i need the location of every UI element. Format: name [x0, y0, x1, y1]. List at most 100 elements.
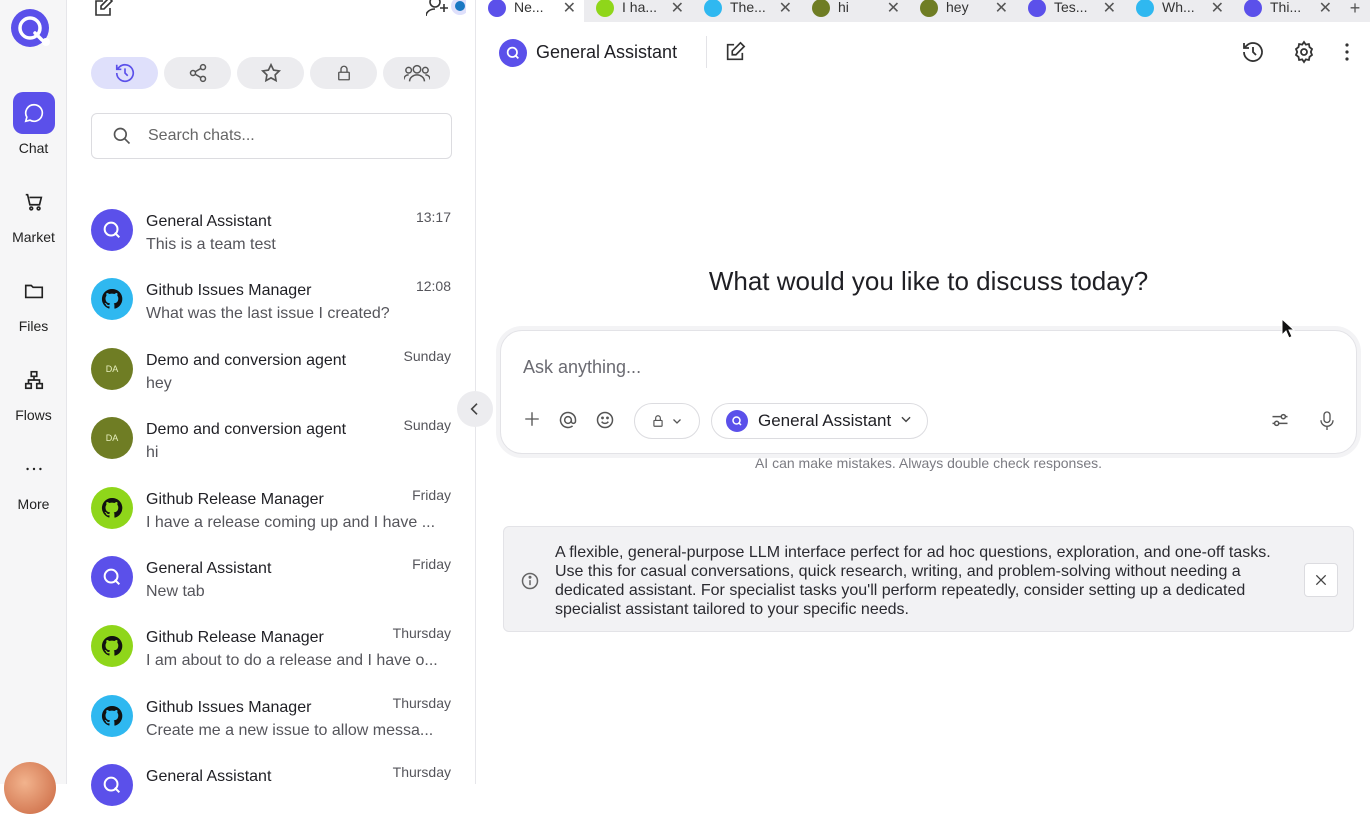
- github-avatar-icon: [91, 486, 133, 529]
- tab-label: Tes...: [1054, 0, 1088, 15]
- rail-item-more[interactable]: More: [0, 448, 67, 512]
- chat-preview: hi: [146, 444, 159, 462]
- filter-team[interactable]: [383, 57, 450, 89]
- general-assistant-avatar-icon: [1244, 0, 1262, 17]
- chat-list-item[interactable]: DA Demo and conversion agent hey Sunday: [67, 336, 475, 405]
- privacy-dropdown[interactable]: [634, 403, 700, 439]
- chat-time: Thursday: [392, 625, 451, 642]
- chat-list-item[interactable]: DA Demo and conversion agent hi Sunday: [67, 405, 475, 474]
- tab-chat[interactable]: I ha... ✕: [584, 0, 692, 22]
- chat-title: Demo and conversion agent: [146, 421, 347, 439]
- agent-selector[interactable]: General Assistant: [711, 403, 928, 439]
- general-assistant-avatar-icon: [488, 0, 506, 17]
- tab-label: I ha...: [622, 0, 658, 15]
- chat-title: General Assistant: [146, 768, 272, 786]
- chat-preview: New tab: [146, 582, 205, 600]
- collapse-sidebar-button[interactable]: [457, 391, 493, 427]
- tab-chat[interactable]: Tes... ✕: [1016, 0, 1124, 22]
- rail-item-chat[interactable]: Chat: [0, 92, 67, 156]
- close-icon[interactable]: ✕: [995, 0, 1008, 18]
- chat-list-item[interactable]: General Assistant New tab Friday: [67, 544, 475, 613]
- rail-item-label: Market: [12, 229, 55, 245]
- search-icon: [113, 127, 131, 145]
- sidebar-top-actions: [94, 0, 469, 21]
- github-avatar-icon: [704, 0, 722, 17]
- team-icon: [403, 64, 430, 82]
- close-icon[interactable]: ✕: [1319, 0, 1332, 18]
- chat-list: General Assistant This is a team test 13…: [67, 197, 475, 822]
- microphone-icon[interactable]: [1318, 410, 1336, 437]
- chat-time: Sunday: [403, 417, 451, 434]
- chat-time: Friday: [412, 555, 451, 572]
- message-composer: General Assistant: [500, 330, 1357, 454]
- close-icon[interactable]: ✕: [887, 0, 900, 18]
- chat-tabs-bar: Ne... ✕ I ha... ✕ The... ✕ hi ✕ hey ✕ Te…: [476, 0, 1370, 22]
- lock-icon: [337, 65, 350, 81]
- chat-title: Github Release Manager: [146, 490, 324, 508]
- history-icon[interactable]: [1241, 40, 1265, 69]
- search-chats-input[interactable]: [148, 127, 428, 145]
- edit-icon[interactable]: [724, 41, 746, 68]
- close-icon[interactable]: ✕: [1103, 0, 1116, 18]
- rail-item-files[interactable]: Files: [0, 270, 67, 334]
- close-icon[interactable]: ✕: [1211, 0, 1224, 18]
- demo-agent-avatar: [920, 0, 938, 17]
- chat-preview: I have a release coming up and I have ..…: [146, 513, 436, 531]
- chat-list-item[interactable]: Github Release Manager I have a release …: [67, 475, 475, 544]
- chat-header: General Assistant: [476, 22, 1370, 82]
- chat-list-item[interactable]: Github Release Manager I am about to do …: [67, 613, 475, 682]
- filter-starred[interactable]: [237, 57, 304, 89]
- new-chat-edit-icon[interactable]: [94, 0, 114, 21]
- gear-icon[interactable]: [1292, 40, 1316, 69]
- sliders-icon[interactable]: [1269, 410, 1291, 435]
- user-avatar[interactable]: [4, 762, 56, 814]
- chat-filters: [91, 57, 450, 89]
- close-icon[interactable]: ✕: [779, 0, 792, 18]
- ai-disclaimer: AI can make mistakes. Always double chec…: [754, 455, 1103, 471]
- tab-chat[interactable]: hey ✕: [908, 0, 1016, 22]
- general-assistant-avatar-icon: [499, 39, 527, 67]
- star-icon: [260, 62, 281, 83]
- chat-list-item[interactable]: General Assistant Thursday: [67, 752, 475, 821]
- chat-title: Github Issues Manager: [146, 698, 312, 716]
- rail-item-market[interactable]: Market: [0, 181, 67, 245]
- plus-icon[interactable]: [523, 410, 541, 433]
- more-vertical-icon[interactable]: [1344, 40, 1350, 69]
- close-icon[interactable]: ✕: [671, 0, 684, 18]
- rail-item-label: More: [17, 496, 50, 512]
- general-assistant-avatar-icon: [726, 410, 748, 432]
- chat-time: 12:08: [415, 278, 451, 295]
- flow-icon: [13, 359, 55, 401]
- chat-title: Github Issues Manager: [146, 282, 312, 300]
- mention-icon[interactable]: [558, 410, 578, 435]
- emoji-icon[interactable]: [595, 410, 615, 435]
- tab-chat[interactable]: Thi... ✕: [1232, 0, 1340, 22]
- chat-title: General Assistant: [146, 213, 272, 230]
- message-input[interactable]: [523, 357, 1283, 378]
- tab-label: Ne...: [514, 0, 544, 15]
- info-icon: [520, 571, 540, 596]
- close-icon[interactable]: ✕: [563, 0, 576, 18]
- share-icon: [189, 63, 206, 83]
- chat-preview: hey: [146, 374, 172, 392]
- tab-chat[interactable]: The... ✕: [692, 0, 800, 22]
- filter-shared[interactable]: [164, 57, 231, 89]
- chat-list-item[interactable]: Github Issues Manager What was the last …: [67, 266, 475, 335]
- app-logo-icon[interactable]: [10, 8, 52, 48]
- new-tab-plus-icon[interactable]: +: [1340, 0, 1370, 22]
- filter-private[interactable]: [310, 57, 377, 89]
- info-banner-text: A flexible, general-purpose LLM interfac…: [555, 544, 1271, 618]
- filter-history[interactable]: [91, 57, 158, 89]
- add-user-icon[interactable]: [425, 0, 469, 23]
- tab-label: hi: [838, 0, 849, 15]
- close-banner-button[interactable]: [1304, 563, 1338, 597]
- chat-list-item[interactable]: Github Issues Manager Create me a new is…: [67, 683, 475, 752]
- tab-label: The...: [730, 0, 766, 15]
- chat-preview: This is a team test: [146, 236, 276, 253]
- agent-selector-label: General Assistant: [758, 411, 892, 430]
- tab-chat[interactable]: hi ✕: [800, 0, 908, 22]
- tab-chat[interactable]: Ne... ✕: [476, 0, 584, 22]
- tab-chat[interactable]: Wh... ✕: [1124, 0, 1232, 22]
- rail-item-flows[interactable]: Flows: [0, 359, 67, 423]
- chat-list-item[interactable]: General Assistant This is a team test 13…: [67, 197, 475, 266]
